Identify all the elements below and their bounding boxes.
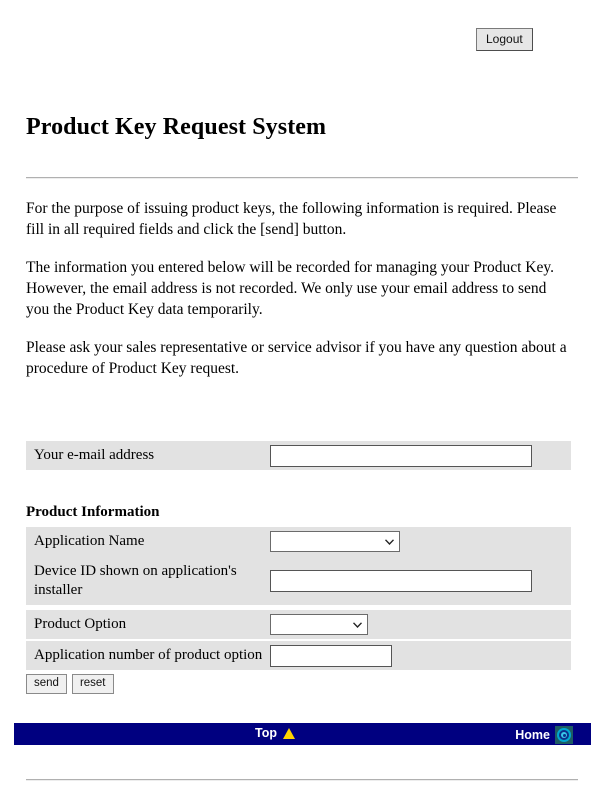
email-row: Your e-mail address [26,441,571,470]
device-id-input[interactable] [270,569,532,592]
home-link-label: Home [515,727,550,742]
intro-paragraph-1: For the purpose of issuing product keys,… [26,200,557,238]
application-name-row: Application Name [26,527,571,556]
reset-button[interactable]: reset [71,674,114,694]
logout-button-container: Logout [476,28,533,51]
header-divider [26,177,578,179]
application-number-label: Application number of product option [34,647,263,663]
product-information-heading: Product Information [26,504,160,520]
top-link[interactable]: Top [255,726,295,741]
product-option-row: Product Option [26,610,571,639]
product-option-select[interactable] [270,614,368,635]
product-information-table: Application Name Device ID shown on appl… [26,527,578,694]
application-number-input[interactable] [270,644,392,667]
application-number-control [270,641,571,670]
device-id-row: Device ID shown on application's install… [26,556,571,605]
device-id-control [270,556,571,605]
email-control [270,441,571,470]
intro-text: For the purpose of issuing product keys,… [26,198,572,379]
form-buttons: send reset [26,674,578,694]
application-name-select[interactable] [270,531,400,552]
intro-paragraph-3: Please ask your sales representative or … [26,339,567,377]
product-option-select-wrapper [270,614,368,635]
email-input[interactable] [270,444,532,467]
email-label: Your e-mail address [34,447,155,463]
page-root: Logout Product Key Request System For th… [0,0,603,802]
send-button[interactable]: send [26,674,67,694]
logout-button[interactable]: Logout [476,28,533,51]
application-number-row: Application number of product option [26,641,571,670]
intro-paragraph-2: The information you entered below will b… [26,259,554,318]
device-id-label: Device ID shown on application's install… [34,563,237,598]
home-target-icon [555,726,573,744]
footer-navbar: Top Home [14,723,591,745]
form-area: Your e-mail address [26,441,578,470]
application-name-control [270,527,571,556]
footer-divider [26,779,578,781]
application-name-select-wrapper [270,531,400,552]
product-option-control [270,610,571,639]
page-title: Product Key Request System [26,114,327,140]
home-link[interactable]: Home [515,726,573,744]
triangle-up-icon [282,728,295,739]
application-name-label: Application Name [34,533,145,549]
product-option-label: Product Option [34,616,127,632]
top-link-label: Top [255,726,277,740]
